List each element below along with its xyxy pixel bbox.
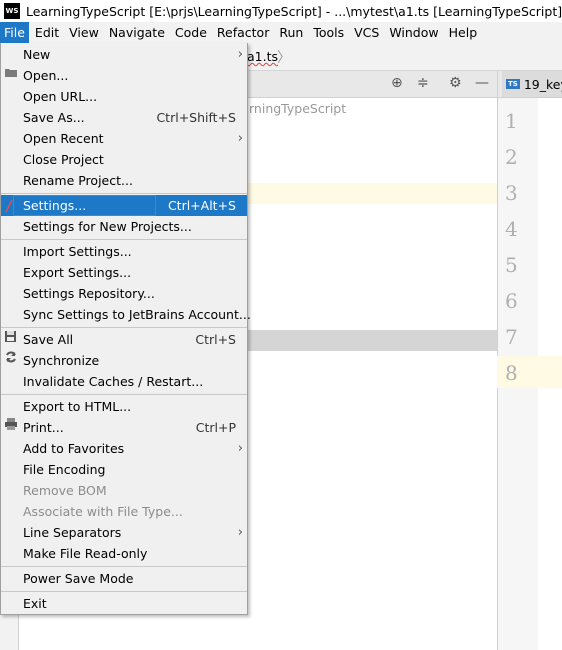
editor-current-line: [537, 356, 562, 388]
menu-item-open-recent[interactable]: Open Recent ›: [1, 128, 247, 149]
menu-item-import-settings[interactable]: Import Settings...: [1, 241, 247, 262]
menu-item-save-all[interactable]: Save All Ctrl+S: [1, 329, 247, 350]
annotation-mark-icon: [5, 199, 13, 213]
tree-selected-row[interactable]: [248, 330, 497, 351]
menu-separator: [1, 394, 247, 395]
menu-item-file-encoding[interactable]: File Encoding: [1, 459, 247, 480]
menu-view[interactable]: View: [65, 22, 103, 44]
menu-item-make-read-only[interactable]: Make File Read-only: [1, 543, 247, 564]
project-root-label[interactable]: rningTypeScript: [249, 101, 346, 116]
line-number: 8: [505, 361, 518, 385]
menu-item-rename-project[interactable]: Rename Project...: [1, 170, 247, 191]
file-menu-dropdown: New › Open... Open URL... Save As... Ctr…: [0, 43, 251, 615]
printer-icon: [4, 417, 18, 438]
submenu-arrow-icon: ›: [237, 47, 243, 62]
sync-icon: [4, 350, 18, 371]
editor-tab[interactable]: TS 19_key: [502, 71, 562, 97]
submenu-arrow-icon: ›: [237, 131, 243, 146]
current-line-highlight: [248, 183, 497, 204]
menu-item-add-to-favorites[interactable]: Add to Favorites ›: [1, 438, 247, 459]
menu-item-exit[interactable]: Exit: [1, 593, 247, 614]
gear-icon[interactable]: ⚙: [449, 75, 462, 91]
menu-refactor[interactable]: Refactor: [213, 22, 273, 44]
line-number: 5: [505, 253, 518, 277]
menu-file[interactable]: File: [0, 22, 29, 44]
menu-item-close-project[interactable]: Close Project: [1, 149, 247, 170]
submenu-arrow-icon: ›: [237, 441, 243, 456]
menu-code[interactable]: Code: [171, 22, 211, 44]
line-number: 6: [505, 289, 518, 313]
menu-item-open[interactable]: Open...: [1, 65, 247, 86]
menu-edit[interactable]: Edit: [31, 22, 63, 44]
menu-item-new[interactable]: New ›: [1, 44, 247, 65]
menu-run[interactable]: Run: [275, 22, 307, 44]
menu-item-sync-settings[interactable]: Sync Settings to JetBrains Account...: [1, 304, 251, 325]
menu-item-print[interactable]: Print... Ctrl+P: [1, 417, 247, 438]
editor-tab-bar: TS 19_key: [497, 71, 562, 98]
menu-tools[interactable]: Tools: [309, 22, 348, 44]
menu-separator: [1, 591, 247, 592]
menu-item-associate-file-type[interactable]: Associate with File Type...: [1, 501, 247, 522]
editor-tab-label: 19_key: [523, 76, 562, 92]
menu-separator: [1, 327, 247, 328]
collapse-all-icon[interactable]: ≑: [417, 75, 429, 91]
window-title: LearningTypeScript [E:\prjs\LearningType…: [26, 3, 562, 19]
menu-item-invalidate-caches[interactable]: Invalidate Caches / Restart...: [1, 371, 247, 392]
menu-item-settings-new-projects[interactable]: Settings for New Projects...: [1, 216, 247, 237]
menu-item-export-html[interactable]: Export to HTML...: [1, 396, 247, 417]
line-number: 7: [505, 325, 518, 349]
annotation-highlight-box: [13, 195, 156, 216]
menu-item-remove-bom[interactable]: Remove BOM: [1, 480, 247, 501]
locate-icon[interactable]: ⊕: [391, 75, 403, 91]
menu-vcs[interactable]: VCS: [350, 22, 383, 44]
menu-item-save-as[interactable]: Save As... Ctrl+Shift+S: [1, 107, 247, 128]
folder-icon: [4, 65, 18, 86]
line-number: 2: [505, 145, 518, 169]
menu-help[interactable]: Help: [445, 22, 482, 44]
menu-window[interactable]: Window: [385, 22, 442, 44]
line-number: 3: [505, 181, 518, 205]
menu-bar: File Edit View Navigate Code Refactor Ru…: [0, 22, 562, 44]
menu-item-power-save-mode[interactable]: Power Save Mode: [1, 568, 247, 589]
submenu-arrow-icon: ›: [237, 525, 243, 540]
menu-navigate[interactable]: Navigate: [105, 22, 169, 44]
typescript-file-icon: TS: [506, 79, 520, 89]
menu-item-open-url[interactable]: Open URL...: [1, 86, 247, 107]
menu-item-synchronize[interactable]: Synchronize: [1, 350, 247, 371]
menu-separator: [1, 239, 247, 240]
breadcrumb-file[interactable]: a1.ts: [247, 49, 278, 64]
line-number: 4: [505, 217, 518, 241]
webstorm-logo-icon: WS: [4, 3, 20, 19]
menu-separator: [1, 566, 247, 567]
menu-item-line-separators[interactable]: Line Separators ›: [1, 522, 247, 543]
title-bar: WS LearningTypeScript [E:\prjs\LearningT…: [0, 0, 562, 22]
menu-item-settings-repository[interactable]: Settings Repository...: [1, 283, 247, 304]
menu-item-export-settings[interactable]: Export Settings...: [1, 262, 247, 283]
hide-icon[interactable]: —: [475, 75, 489, 91]
breadcrumb-separator: 〉: [277, 50, 291, 66]
line-number: 1: [505, 109, 518, 133]
menu-separator: [1, 193, 247, 194]
save-icon: [4, 329, 18, 350]
